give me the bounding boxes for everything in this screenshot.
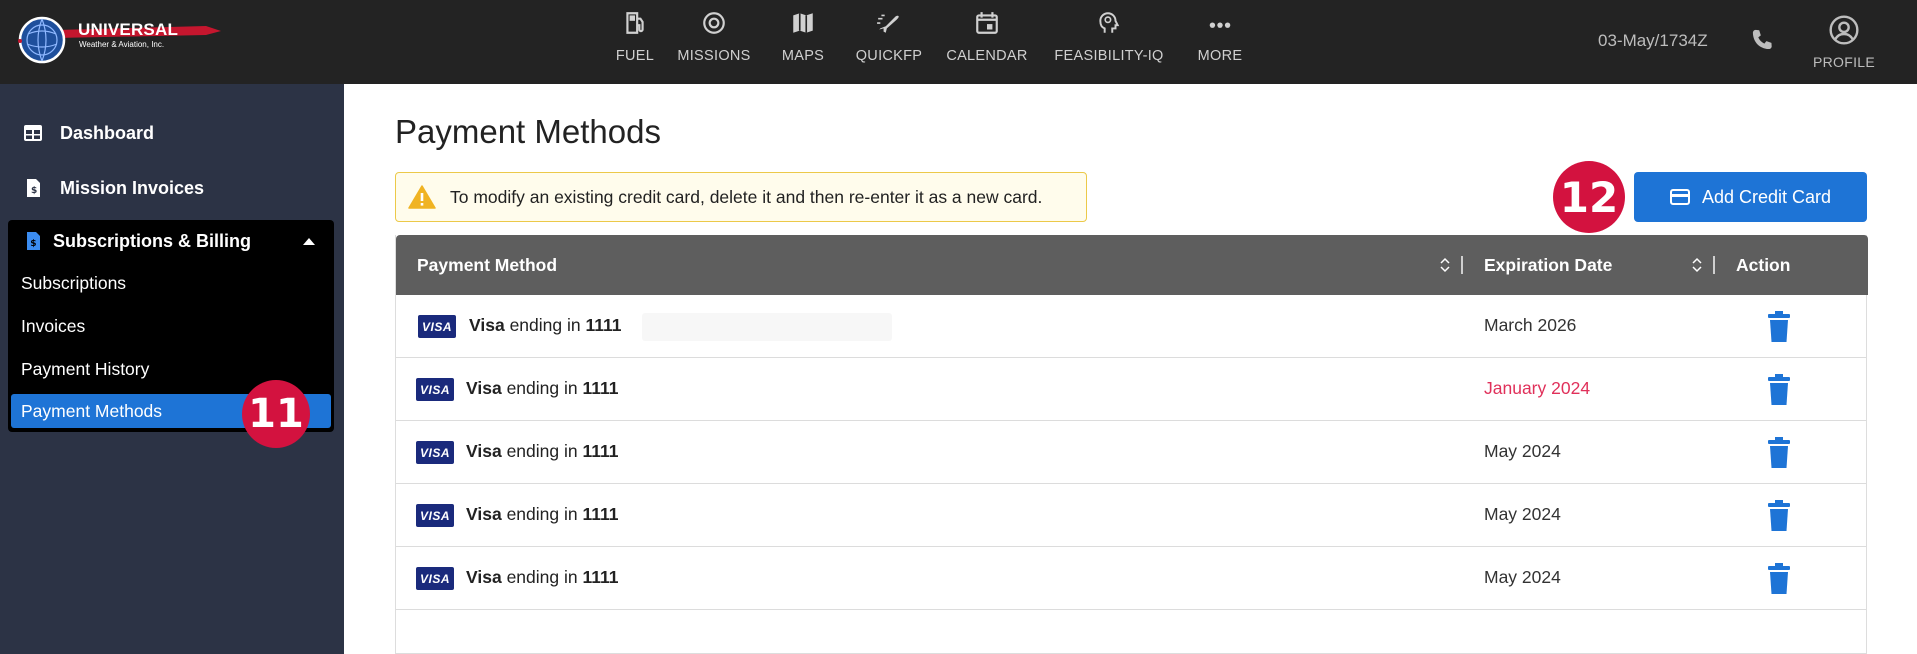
- payment-method-text: Visa ending in 1111: [466, 378, 619, 398]
- payment-methods-table: Payment Method Expiration Date Action VI…: [395, 235, 1868, 654]
- payment-method-text: Visa ending in 1111: [469, 315, 622, 335]
- logo-tagline: Weather & Aviation, Inc.: [79, 40, 165, 49]
- table-row: VISA Visa ending in 1111 May 2024: [396, 421, 1866, 484]
- fuel-pump-icon: [620, 8, 650, 38]
- utc-datetime: 03-May/1734Z: [1598, 31, 1708, 50]
- table-row: VISA Visa ending in 1111 May 2024: [396, 484, 1866, 547]
- redacted-area: [642, 313, 892, 341]
- sidebar-item-dashboard[interactable]: Dashboard: [22, 118, 154, 148]
- info-notice: To modify an existing credit card, delet…: [395, 172, 1087, 222]
- nav-missions[interactable]: MISSIONS: [665, 0, 763, 84]
- trash-icon[interactable]: [1767, 437, 1791, 469]
- payment-method-text: Visa ending in 1111: [466, 567, 619, 587]
- nav-quickfp[interactable]: QUICKFP: [843, 0, 935, 84]
- sidebar-item-label: Dashboard: [60, 122, 155, 143]
- nav-label: QUICKFP: [855, 48, 923, 64]
- sidebar-subitem-subscriptions[interactable]: Subscriptions: [21, 266, 326, 300]
- nav-label: MAPS: [781, 48, 825, 64]
- trash-icon[interactable]: [1767, 500, 1791, 532]
- company-logo[interactable]: UNIVERSAL Weather & Aviation, Inc.: [16, 14, 226, 66]
- sidebar-item-label: Subscriptions & Billing: [53, 230, 252, 251]
- nav-label: MORE: [1197, 48, 1243, 64]
- visa-logo: VISA: [416, 567, 454, 590]
- calendar-icon: [972, 8, 1002, 38]
- trash-icon[interactable]: [1767, 374, 1791, 406]
- expiration-date: March 2026: [1484, 315, 1577, 335]
- sidebar-subitem-invoices[interactable]: Invoices: [21, 309, 326, 343]
- phone-icon[interactable]: [1748, 27, 1776, 55]
- nav-maps[interactable]: MAPS: [763, 0, 843, 84]
- main-nav: FUEL MISSIONS MAPS QUICKFP CALENDAR FEAS…: [605, 0, 1261, 84]
- nav-more[interactable]: MORE: [1179, 0, 1261, 84]
- nav-label: CALENDAR: [946, 48, 1028, 64]
- svg-text:$: $: [30, 239, 36, 249]
- add-credit-card-label: Add Credit Card: [1701, 186, 1832, 207]
- column-header-payment-method[interactable]: Payment Method: [417, 235, 557, 295]
- payment-method-text: Visa ending in 1111: [466, 441, 619, 461]
- nav-label: FEASIBILITY-IQ: [1054, 48, 1164, 64]
- column-divider: [1461, 256, 1463, 274]
- profile-label: PROFILE: [1812, 54, 1875, 70]
- plane-takeoff-icon: [874, 8, 904, 38]
- expiration-date: May 2024: [1484, 567, 1561, 587]
- expiration-date: May 2024: [1484, 441, 1561, 461]
- column-divider: [1713, 256, 1715, 274]
- column-header-expiration-date[interactable]: Expiration Date: [1484, 235, 1612, 295]
- visa-logo: VISA: [416, 441, 454, 464]
- sidebar-item-label: Mission Invoices: [60, 177, 205, 198]
- table-header: Payment Method Expiration Date Action: [396, 235, 1868, 295]
- logo-name: UNIVERSAL: [78, 20, 179, 39]
- svg-text:$: $: [31, 186, 37, 196]
- billing-doc-icon: $: [22, 230, 44, 252]
- step-badge-11: 11: [242, 380, 310, 448]
- expiration-date-expired: January 2024: [1484, 378, 1591, 398]
- step-badge-12: 12: [1553, 161, 1625, 233]
- nav-label: MISSIONS: [677, 48, 751, 64]
- column-header-action: Action: [1736, 254, 1791, 275]
- sort-icon[interactable]: [1692, 257, 1702, 273]
- sort-icon[interactable]: [1440, 257, 1450, 273]
- add-credit-card-button[interactable]: Add Credit Card: [1634, 172, 1867, 222]
- table-row: VISA Visa ending in 1111 March 2026: [396, 295, 1866, 358]
- trash-icon[interactable]: [1767, 311, 1791, 343]
- trash-icon[interactable]: [1767, 563, 1791, 595]
- sidebar-item-mission-invoices[interactable]: $ Mission Invoices: [22, 173, 204, 203]
- profile-menu[interactable]: PROFILE: [1806, 14, 1882, 74]
- visa-logo: VISA: [416, 378, 454, 401]
- nav-feasibility-iq[interactable]: FEASIBILITY-IQ: [1039, 0, 1179, 84]
- map-icon: [788, 8, 818, 38]
- nav-label: FUEL: [615, 48, 655, 64]
- page-title: Payment Methods: [395, 113, 661, 150]
- more-dots-icon: [1205, 8, 1235, 38]
- sidebar-item-subscriptions-billing[interactable]: $ Subscriptions & Billing: [22, 224, 327, 258]
- warning-icon: [408, 185, 436, 209]
- visa-logo: VISA: [418, 315, 456, 338]
- caret-up-icon[interactable]: [303, 238, 315, 245]
- table-row: VISA Visa ending in 1111 May 2024: [396, 547, 1866, 610]
- expiration-date: May 2024: [1484, 504, 1561, 524]
- notice-text: To modify an existing credit card, delet…: [450, 186, 1043, 207]
- head-thinking-icon: [1094, 8, 1124, 38]
- top-bar: UNIVERSAL Weather & Aviation, Inc. FUEL …: [0, 0, 1917, 84]
- invoice-icon: $: [22, 177, 44, 199]
- sidebar: Dashboard $ Mission Invoices $ Subscript…: [0, 84, 344, 654]
- dashboard-icon: [22, 122, 44, 144]
- nav-calendar[interactable]: CALENDAR: [935, 0, 1039, 84]
- nav-fuel[interactable]: FUEL: [605, 0, 665, 84]
- target-icon: [699, 8, 729, 38]
- table-row: VISA Visa ending in 1111 January 2024: [396, 358, 1866, 421]
- payment-method-text: Visa ending in 1111: [466, 504, 619, 524]
- visa-logo: VISA: [416, 504, 454, 527]
- user-circle-icon: [1829, 15, 1859, 45]
- credit-card-icon: [1669, 189, 1690, 205]
